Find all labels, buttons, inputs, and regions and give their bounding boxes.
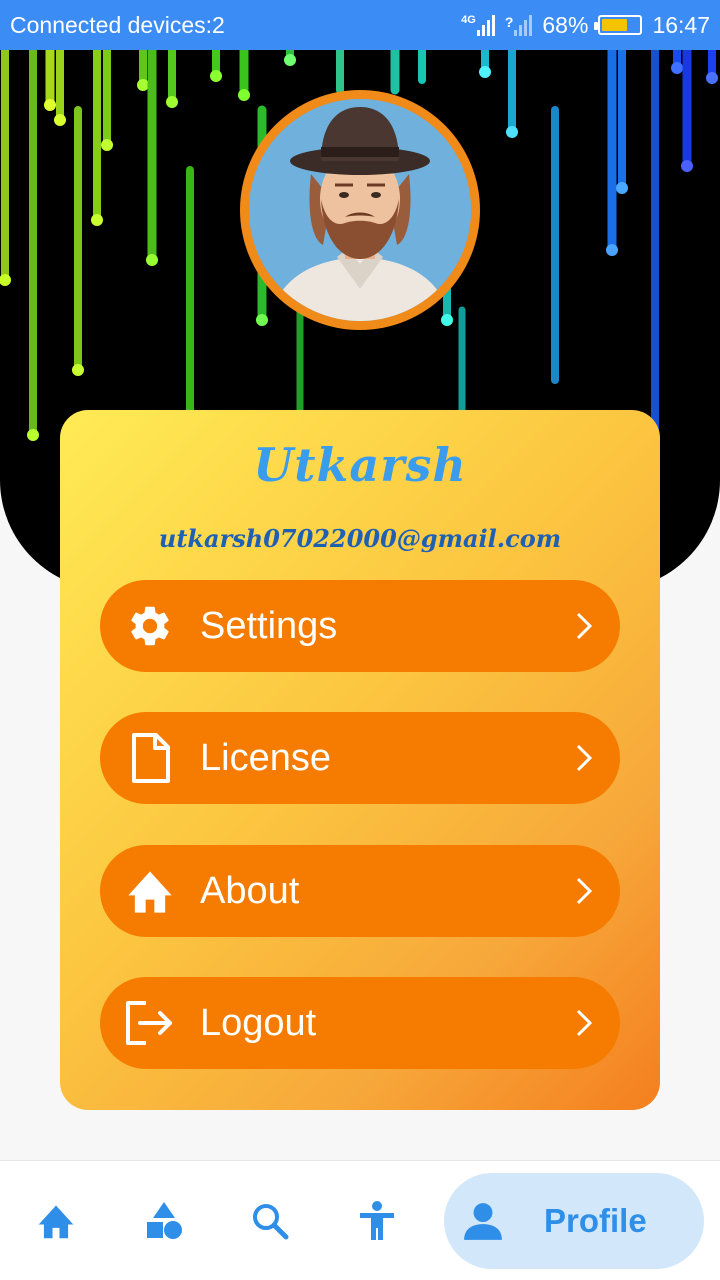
home-icon xyxy=(38,1205,74,1239)
document-icon xyxy=(124,732,176,784)
nav-home-button[interactable] xyxy=(26,1191,86,1251)
about-button[interactable]: About xyxy=(100,845,620,937)
nav-profile-label: Profile xyxy=(544,1202,647,1239)
user-email: utkarsh07022000@gmail.com xyxy=(158,524,562,553)
signal-unknown-icon: ? xyxy=(505,14,533,36)
connected-devices-text: Connected devices:2 xyxy=(10,11,225,38)
person-icon xyxy=(464,1203,502,1240)
logout-button[interactable]: Logout xyxy=(100,977,620,1069)
clock: 16:47 xyxy=(652,11,710,38)
nav-accessibility-button[interactable] xyxy=(347,1191,407,1251)
avatar-image xyxy=(249,99,471,321)
avatar-man-in-hat-icon xyxy=(249,99,471,321)
search-icon xyxy=(253,1204,289,1240)
signal-unknown-label: ? xyxy=(504,14,514,30)
nav-profile-button[interactable]: Profile xyxy=(444,1173,704,1269)
network-signal-icon: 4G xyxy=(461,14,495,36)
gear-icon xyxy=(124,600,176,652)
chevron-right-icon xyxy=(570,612,598,640)
chevron-right-icon xyxy=(570,744,598,772)
logout-icon xyxy=(124,997,176,1049)
battery-percent: 68% xyxy=(542,11,589,38)
shapes-icon xyxy=(147,1202,182,1239)
chevron-right-icon xyxy=(570,1009,598,1037)
network-type-label: 4G xyxy=(461,14,476,26)
nav-shapes-button[interactable] xyxy=(134,1191,194,1251)
about-label: About xyxy=(200,869,300,912)
bottom-navigation: Profile xyxy=(0,1160,720,1280)
nav-search-button[interactable] xyxy=(240,1191,300,1251)
logout-label: Logout xyxy=(200,1001,317,1044)
accessibility-icon xyxy=(360,1201,394,1240)
profile-screen: Connected devices:2 4G ? 68% 16:47 Utkar… xyxy=(0,0,720,1280)
profile-card: Utkarsh utkarsh07022000@gmail.com Settin… xyxy=(60,410,660,1110)
settings-label: Settings xyxy=(200,604,338,647)
license-button[interactable]: License xyxy=(100,712,620,804)
license-label: License xyxy=(200,736,331,779)
battery-icon xyxy=(594,15,643,35)
user-name: Utkarsh xyxy=(253,438,467,492)
status-bar: Connected devices:2 4G ? 68% 16:47 xyxy=(0,0,720,50)
chevron-right-icon xyxy=(570,877,598,905)
settings-button[interactable]: Settings xyxy=(100,580,620,672)
status-icons: 4G ? 68% 16:47 xyxy=(461,12,710,39)
home-icon xyxy=(124,865,176,917)
profile-avatar[interactable] xyxy=(240,90,480,330)
